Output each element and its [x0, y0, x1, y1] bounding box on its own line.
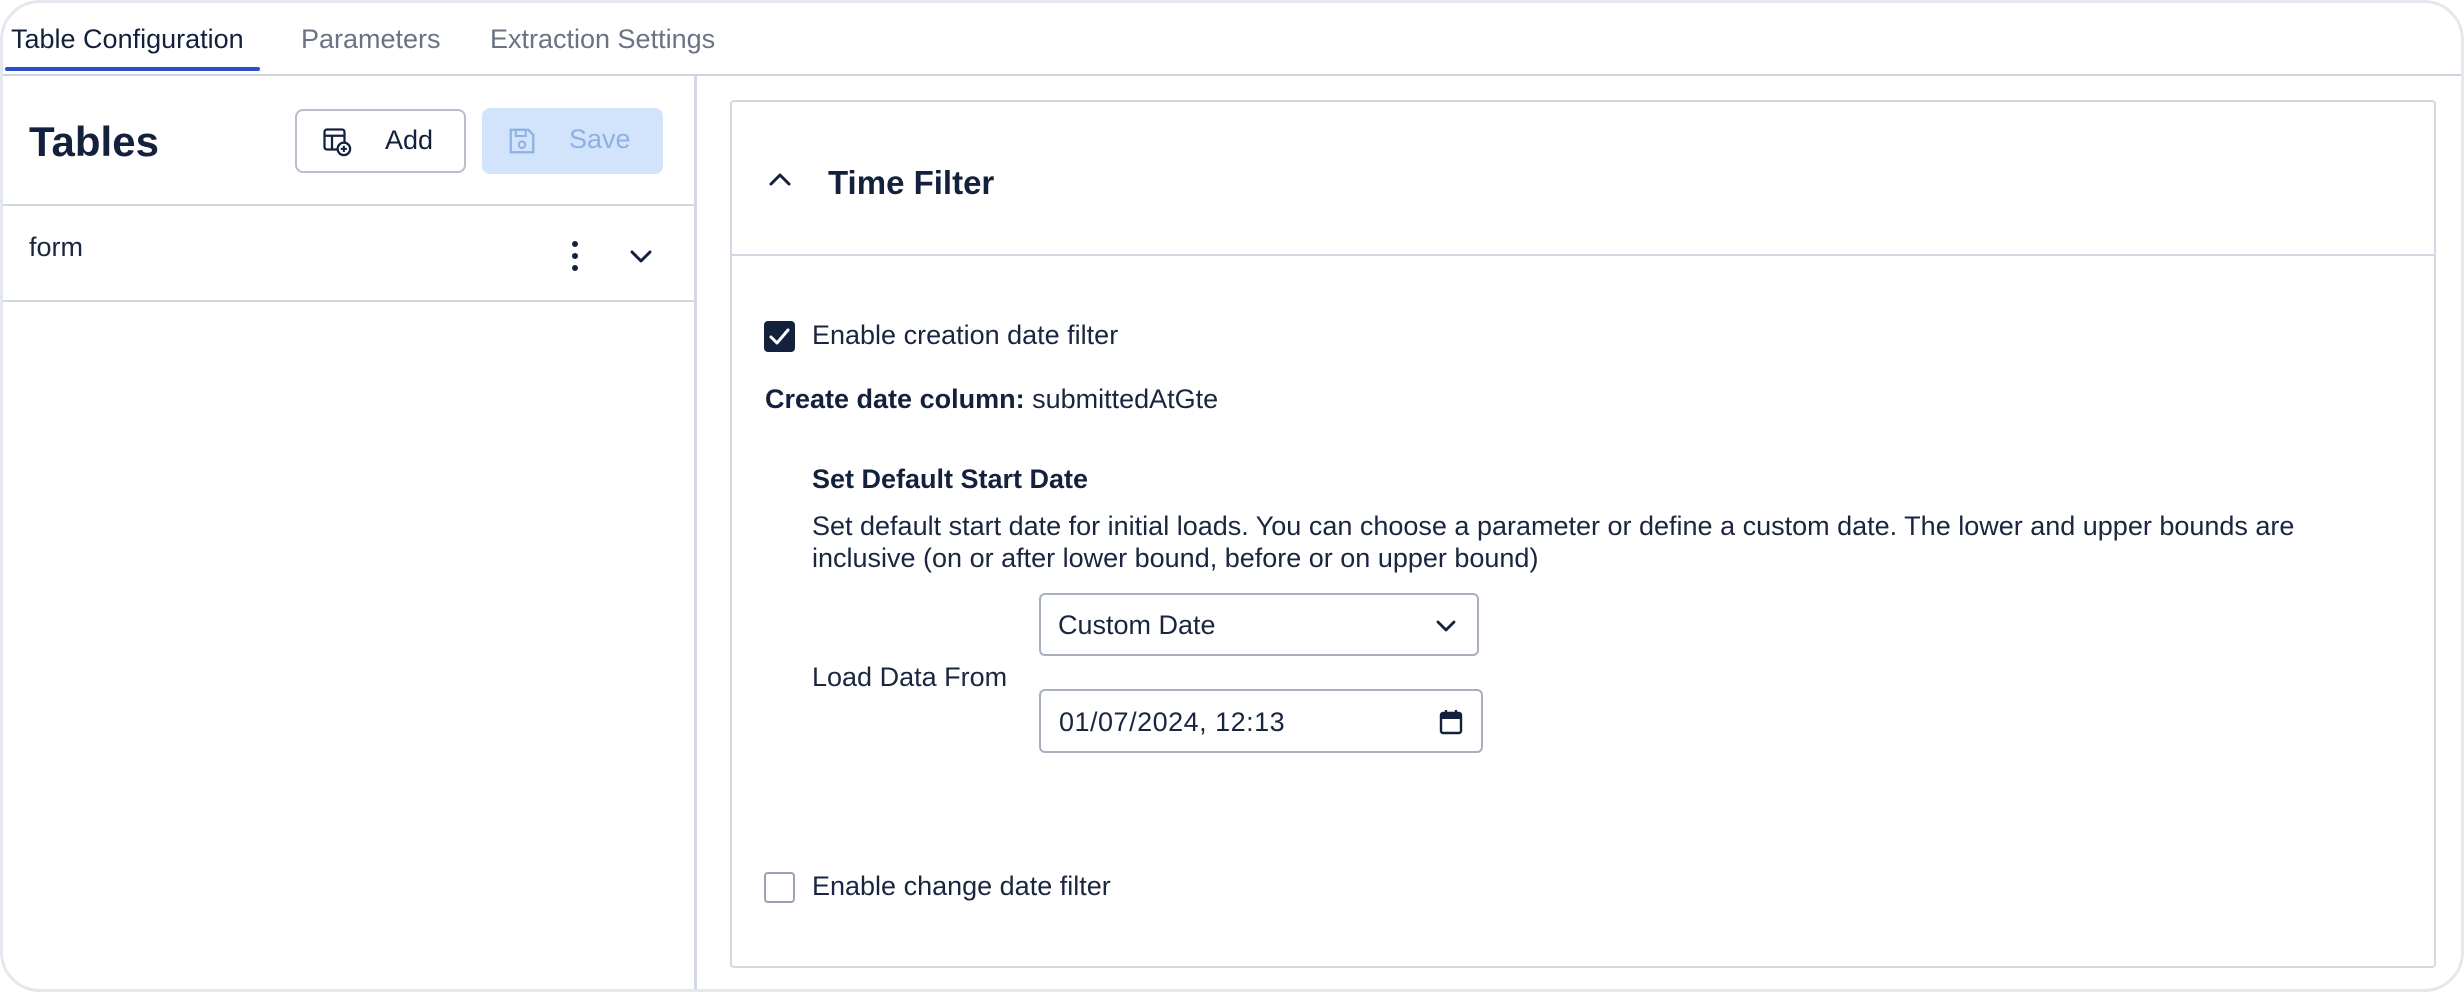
- save-button-label: Save: [569, 124, 631, 154]
- tab-extraction-settings[interactable]: Extraction Settings: [490, 21, 715, 75]
- tab-table-configuration[interactable]: Table Configuration: [5, 21, 260, 75]
- check-icon: [769, 328, 790, 345]
- add-button-label: Add: [385, 125, 434, 155]
- tables-title: Tables: [29, 118, 159, 165]
- create-date-column-label: Create date column:: [765, 384, 1025, 414]
- create-date-column: Create date column: submittedAtGte: [765, 384, 1218, 415]
- time-filter-card: Time Filter Enable creation date filter …: [730, 100, 2436, 968]
- calendar-icon[interactable]: [1439, 709, 1463, 735]
- start-date-title: Set Default Start Date: [812, 464, 1089, 494]
- creation-date-filter-label: Enable creation date filter: [812, 320, 1119, 350]
- table-row[interactable]: form: [3, 206, 694, 302]
- app-frame: Table Configuration Parameters Extractio…: [0, 0, 2464, 992]
- add-table-button[interactable]: Add: [295, 109, 466, 173]
- table-name: form: [29, 232, 83, 262]
- save-icon: [509, 128, 535, 154]
- card-header: Time Filter: [732, 102, 2434, 256]
- tab-bar: Table Configuration Parameters Extractio…: [3, 3, 2461, 76]
- create-date-column-value: submittedAtGte: [1032, 384, 1219, 414]
- table-add-icon: [323, 128, 352, 157]
- tab-parameters[interactable]: Parameters: [301, 21, 441, 75]
- chevron-up-icon[interactable]: [762, 162, 798, 198]
- load-from-select-value: Custom Date: [1058, 610, 1216, 640]
- load-from-select[interactable]: Custom Date: [1039, 593, 1479, 656]
- creation-date-filter-checkbox[interactable]: [764, 321, 795, 352]
- tables-pane: Tables Add Save form: [3, 76, 697, 989]
- card-title: Time Filter: [828, 164, 995, 201]
- save-button[interactable]: Save: [482, 108, 663, 174]
- chevron-down-icon[interactable]: [623, 238, 659, 274]
- chevron-down-icon: [1436, 620, 1456, 632]
- start-date-value: 01/07/2024, 12:13: [1059, 707, 1286, 737]
- kebab-menu-icon[interactable]: [557, 236, 593, 276]
- change-date-filter-label: Enable change date filter: [812, 871, 1111, 901]
- start-date-input[interactable]: 01/07/2024, 12:13: [1039, 689, 1483, 753]
- load-data-from-label: Load Data From: [812, 662, 1008, 692]
- change-date-filter-checkbox[interactable]: [764, 872, 795, 903]
- start-date-description: Set default start date for initial loads…: [812, 511, 2295, 573]
